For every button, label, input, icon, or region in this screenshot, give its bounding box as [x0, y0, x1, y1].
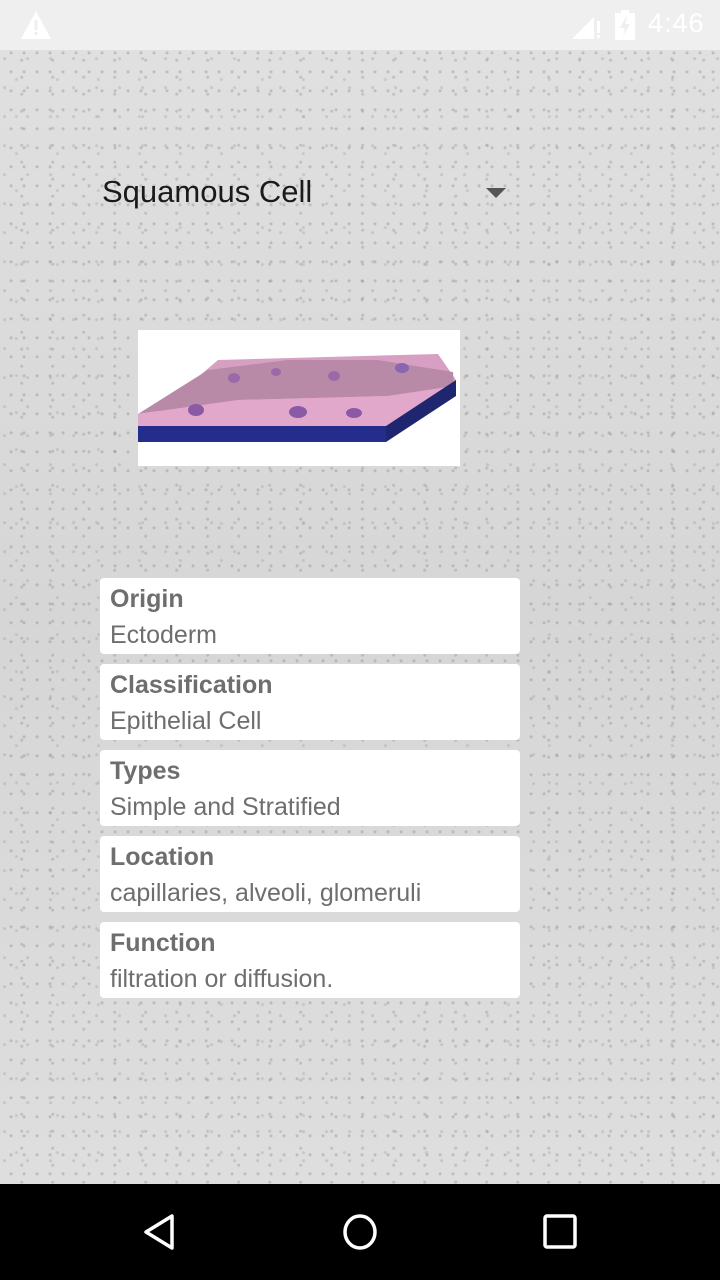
info-card-location: Location capillaries, alveoli, glomeruli — [100, 836, 520, 912]
squamous-cell-drawing — [138, 354, 456, 442]
status-bar: 4:46 — [0, 0, 720, 50]
info-card-types: Types Simple and Stratified — [100, 750, 520, 826]
card-value: capillaries, alveoli, glomeruli — [110, 879, 422, 907]
cell-type-dropdown[interactable]: Squamous Cell — [102, 170, 512, 220]
nucleus — [271, 368, 281, 376]
recents-icon — [543, 1214, 577, 1249]
nucleus — [289, 406, 307, 418]
status-time: 4:46 — [648, 8, 705, 38]
card-title: Location — [110, 843, 215, 871]
nucleus — [228, 373, 240, 383]
card-value: Simple and Stratified — [110, 793, 341, 821]
battery-charging-icon — [615, 10, 635, 40]
card-title: Classification — [110, 671, 273, 699]
info-card-function: Function filtration or diffusion. — [100, 922, 520, 998]
info-card-classification: Classification Epithelial Cell — [100, 664, 520, 740]
back-icon — [144, 1214, 174, 1250]
info-cards: Origin Ectoderm Classification Epithelia… — [100, 578, 520, 1008]
navigation-bar — [0, 1184, 720, 1280]
main-content: Squamous Cell Origin Ectoderm Classifica… — [0, 50, 720, 1184]
card-value: Epithelial Cell — [110, 707, 262, 735]
nucleus — [346, 408, 362, 418]
card-value: Ectoderm — [110, 621, 217, 649]
back-button[interactable] — [136, 1208, 184, 1256]
nucleus — [395, 363, 409, 373]
dropdown-selected-value: Squamous Cell — [102, 174, 313, 209]
home-button[interactable] — [336, 1208, 384, 1256]
nucleus — [328, 371, 340, 381]
cell-illustration — [138, 330, 460, 466]
signal-no-data-icon — [572, 17, 600, 39]
card-value: filtration or diffusion. — [110, 965, 334, 993]
card-title: Function — [110, 929, 216, 957]
info-card-origin: Origin Ectoderm — [100, 578, 520, 654]
recents-button[interactable] — [536, 1208, 584, 1256]
card-title: Origin — [110, 585, 184, 613]
home-icon — [343, 1214, 377, 1250]
dropdown-arrow-icon — [486, 188, 506, 198]
warning-icon — [21, 11, 51, 39]
nucleus — [188, 404, 204, 416]
card-title: Types — [110, 757, 181, 785]
